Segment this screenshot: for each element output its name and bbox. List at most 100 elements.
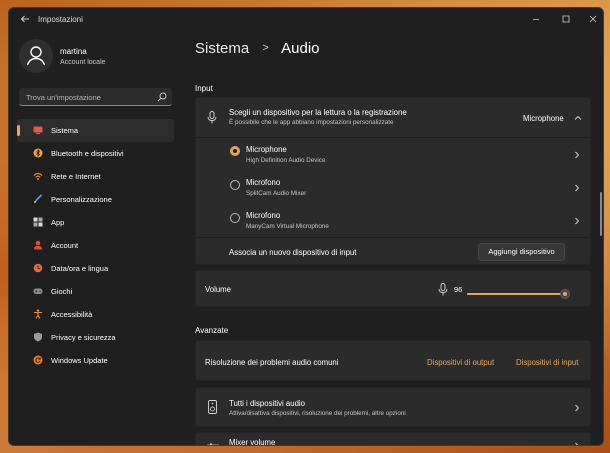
troubleshoot-card: Risoluzione dei problemi audio comuni Di… bbox=[195, 340, 591, 381]
app-title: Impostazioni bbox=[38, 15, 83, 24]
input-header-title: Scegli un dispositivo per la lettura o l… bbox=[229, 108, 407, 117]
sidebar-item-rete[interactable]: Rete e Internet bbox=[17, 165, 174, 188]
device-driver: ManyCam Virtual Microphone bbox=[246, 223, 329, 230]
input-device-card: Scegli un dispositivo per la lettura o l… bbox=[195, 97, 591, 265]
maximize-icon[interactable] bbox=[559, 12, 573, 26]
troubleshoot-label: Risoluzione dei problemi audio comuni bbox=[205, 358, 339, 367]
chevron-right-icon[interactable] bbox=[573, 217, 581, 225]
sidebar-item-bluetooth[interactable]: Bluetooth e dispositivi bbox=[17, 142, 174, 165]
volume-slider-thumb[interactable] bbox=[559, 289, 570, 299]
all-devices-subtitle: Attiva/disattiva dispositivi, risoluzion… bbox=[229, 410, 406, 417]
close-icon[interactable] bbox=[586, 12, 600, 26]
monitor-icon bbox=[33, 126, 43, 134]
sidebar-item-label: Bluetooth e dispositivi bbox=[51, 149, 124, 158]
brush-icon bbox=[34, 194, 43, 203]
input-device-option[interactable]: Microphone High Definition Audio Device bbox=[196, 138, 590, 171]
chevron-right-icon[interactable] bbox=[573, 184, 581, 192]
sidebar-nav: Sistema Bluetooth e dispositivi Rete e I… bbox=[17, 119, 174, 372]
sidebar-item-label: Accessibilità bbox=[51, 310, 93, 319]
breadcrumb-separator: > bbox=[262, 42, 269, 54]
device-name: Microfono bbox=[246, 211, 281, 220]
input-device-option[interactable]: Microfono ManyCam Virtual Microphone bbox=[196, 204, 590, 237]
chevron-right-icon[interactable] bbox=[573, 442, 581, 446]
back-arrow-icon[interactable] bbox=[19, 13, 31, 25]
sidebar-item-label: Giochi bbox=[51, 287, 73, 296]
settings-window: Impostazioni martina Account locale Trov… bbox=[8, 7, 604, 446]
device-name: Microphone bbox=[246, 145, 287, 154]
sidebar-item-label: Privacy e sicurezza bbox=[51, 333, 116, 342]
input-device-option[interactable]: Microfono SplitCam Audio Mixer bbox=[196, 171, 590, 204]
sidebar-item-account[interactable]: Account bbox=[17, 234, 174, 257]
sidebar-item-data-ora[interactable]: Data/ora e lingua bbox=[17, 257, 174, 280]
section-title-advanced: Avanzate bbox=[195, 326, 229, 335]
sidebar-item-personalizzazione[interactable]: Personalizzazione bbox=[17, 188, 174, 211]
volume-slider[interactable] bbox=[467, 293, 569, 295]
all-audio-devices-row[interactable]: Tutti i dispositivi audio Attiva/disatti… bbox=[195, 387, 591, 427]
minimize-icon[interactable] bbox=[529, 12, 543, 26]
sidebar-item-label: Account bbox=[51, 241, 79, 250]
input-header-subtitle: È possibile che le app abbiano impostazi… bbox=[229, 119, 394, 126]
sidebar-item-windows-update[interactable]: Windows Update bbox=[17, 349, 174, 372]
chevron-right-icon[interactable] bbox=[573, 151, 581, 159]
volume-slider-fill bbox=[467, 293, 565, 295]
device-driver: SplitCam Audio Mixer bbox=[246, 190, 307, 197]
sidebar-item-label: Data/ora e lingua bbox=[51, 264, 109, 273]
device-driver: High Definition Audio Device bbox=[246, 157, 326, 164]
wifi-icon bbox=[33, 172, 43, 180]
apps-icon bbox=[33, 217, 43, 227]
mixer-icon bbox=[207, 443, 219, 445]
search-placeholder: Trova un'impostazione bbox=[26, 93, 101, 102]
input-devices-link[interactable]: Dispositivi di input bbox=[516, 358, 578, 367]
person-icon bbox=[26, 46, 46, 66]
title-bar: Impostazioni bbox=[9, 8, 603, 30]
device-radio[interactable] bbox=[230, 180, 240, 190]
globe-clock-icon bbox=[33, 263, 43, 273]
profile-account-type: Account locale bbox=[60, 59, 106, 66]
sidebar-item-label: Personalizzazione bbox=[51, 195, 112, 204]
sidebar-item-giochi[interactable]: Giochi bbox=[17, 280, 174, 303]
volume-label: Volume bbox=[205, 285, 232, 294]
sidebar-item-label: Sistema bbox=[51, 126, 79, 135]
device-radio-selected[interactable] bbox=[230, 146, 240, 156]
accessibility-icon bbox=[34, 309, 42, 319]
mixer-title: Mixer volume bbox=[229, 438, 276, 446]
scrollbar[interactable] bbox=[600, 192, 602, 236]
output-devices-link[interactable]: Dispositivi di output bbox=[427, 358, 494, 367]
sidebar-item-sistema[interactable]: Sistema bbox=[17, 119, 174, 142]
device-name: Microfono bbox=[246, 178, 281, 187]
chevron-up-icon[interactable] bbox=[574, 114, 582, 122]
breadcrumb: Sistema > Audio bbox=[195, 40, 320, 57]
gamepad-icon bbox=[33, 288, 43, 294]
volume-mixer-row[interactable]: Mixer volume bbox=[195, 432, 591, 446]
shield-icon bbox=[34, 332, 42, 342]
microphone-icon bbox=[207, 111, 217, 124]
search-icon[interactable] bbox=[157, 92, 167, 102]
person-icon bbox=[34, 240, 42, 250]
input-volume-card: Volume 96 bbox=[195, 270, 591, 307]
input-device-header[interactable]: Scegli un dispositivo per la lettura o l… bbox=[196, 98, 590, 137]
add-device-label: Associa un nuovo dispositivo di input bbox=[229, 248, 357, 257]
chevron-right-icon[interactable] bbox=[573, 404, 581, 412]
sidebar-item-label: Rete e Internet bbox=[51, 172, 101, 181]
bluetooth-icon bbox=[33, 148, 43, 158]
breadcrumb-parent[interactable]: Sistema bbox=[195, 40, 249, 57]
volume-value: 96 bbox=[454, 285, 463, 294]
sidebar-item-app[interactable]: App bbox=[17, 211, 174, 234]
device-radio[interactable] bbox=[230, 213, 240, 223]
add-input-device-row: Associa un nuovo dispositivo di input Ag… bbox=[196, 238, 590, 266]
all-devices-title: Tutti i dispositivi audio bbox=[229, 399, 305, 408]
speaker-device-icon bbox=[208, 400, 217, 414]
add-device-button[interactable]: Aggiungi dispositivo bbox=[478, 243, 565, 261]
selected-input-device: Microphone bbox=[523, 114, 564, 123]
sidebar-item-label: Windows Update bbox=[51, 356, 108, 365]
profile-name: martina bbox=[60, 47, 87, 56]
search-input[interactable]: Trova un'impostazione bbox=[19, 88, 172, 106]
section-title-input: Input bbox=[195, 84, 213, 93]
sidebar-item-privacy[interactable]: Privacy e sicurezza bbox=[17, 326, 174, 349]
sidebar-item-label: App bbox=[51, 218, 65, 227]
microphone-icon[interactable] bbox=[438, 283, 448, 296]
update-icon bbox=[33, 355, 43, 365]
sidebar-item-accessibilita[interactable]: Accessibilità bbox=[17, 303, 174, 326]
page-title: Audio bbox=[281, 40, 320, 57]
avatar[interactable] bbox=[19, 39, 53, 73]
